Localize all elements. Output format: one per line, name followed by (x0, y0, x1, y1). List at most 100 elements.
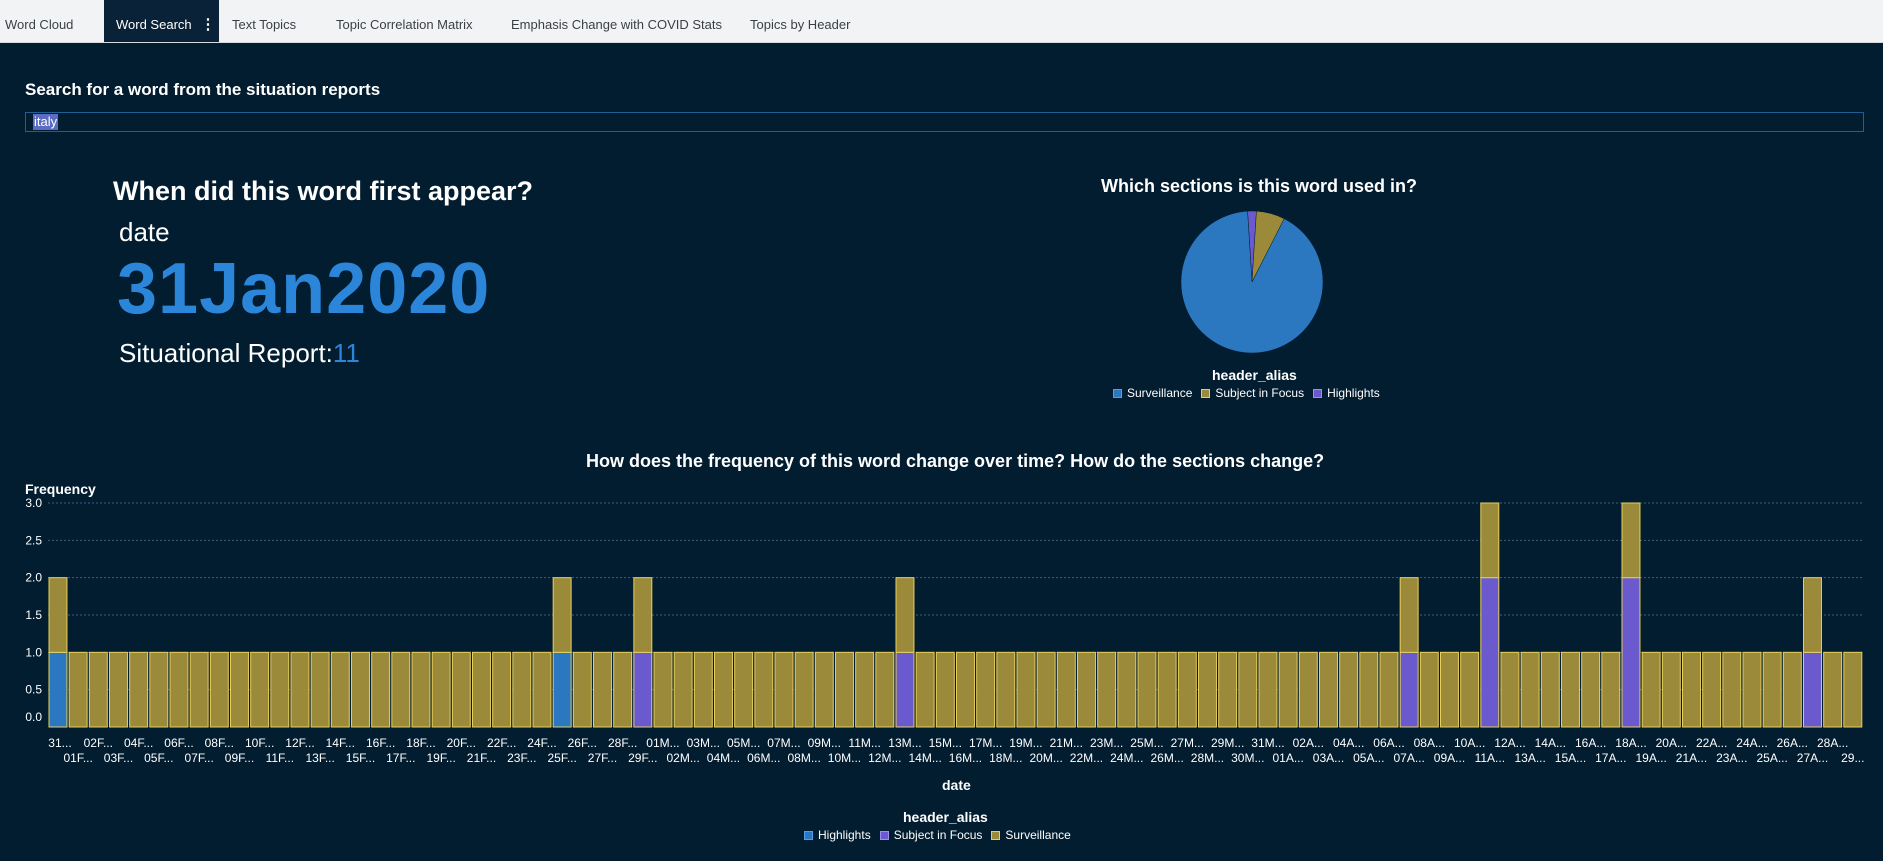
bar-surveillance[interactable] (673, 651, 693, 728)
pie-legend-item-subject-in-focus[interactable]: Subject in Focus (1201, 386, 1304, 400)
bar-surveillance[interactable] (693, 651, 713, 728)
bar-surveillance[interactable] (875, 651, 895, 728)
bar-surveillance[interactable] (633, 577, 653, 653)
bar-surveillance[interactable] (1137, 651, 1157, 728)
bar-surveillance[interactable] (1803, 577, 1822, 653)
bar-surveillance[interactable] (1218, 651, 1238, 728)
tab-text-topics[interactable]: Text Topics (232, 0, 296, 42)
bar-surveillance[interactable] (1419, 651, 1439, 728)
bar-surveillance[interactable] (492, 651, 512, 728)
bar-surveillance[interactable] (431, 651, 451, 728)
bar-surveillance[interactable] (1440, 651, 1459, 728)
bar-surveillance[interactable] (734, 651, 754, 728)
tab-word-cloud[interactable]: Word Cloud (5, 0, 73, 42)
bar-surveillance[interactable] (1581, 651, 1601, 728)
bar-surveillance[interactable] (1561, 651, 1580, 728)
bar-surveillance[interactable] (1843, 651, 1863, 728)
bar-surveillance[interactable] (593, 651, 612, 728)
bar-surveillance[interactable] (814, 651, 834, 728)
bar-surveillance[interactable] (1016, 651, 1036, 728)
bar-surveillance[interactable] (1682, 651, 1701, 728)
bar-legend-item-subject-in-focus[interactable]: Subject in Focus (879, 828, 982, 842)
bar-surveillance[interactable] (1077, 651, 1096, 728)
bar-surveillance[interactable] (532, 651, 552, 728)
bar-legend-item-highlights[interactable]: Highlights (804, 828, 871, 842)
bar-surveillance[interactable] (976, 651, 996, 728)
bar-surveillance[interactable] (68, 651, 88, 728)
bar-surveillance[interactable] (270, 651, 290, 728)
bar-surveillance[interactable] (1782, 651, 1802, 728)
frequency-bar-chart[interactable]: 0.00.51.01.52.02.53.031...01F...02F...03… (0, 490, 1883, 772)
bar-subject-in-focus[interactable] (633, 651, 653, 728)
bar-surveillance[interactable] (290, 651, 310, 728)
bar-surveillance[interactable] (1097, 651, 1117, 728)
bar-legend-item-surveillance[interactable]: Surveillance (991, 828, 1071, 842)
pie-legend-item-surveillance[interactable]: Surveillance (1113, 386, 1192, 400)
bar-surveillance[interactable] (1500, 651, 1520, 728)
bar-surveillance[interactable] (451, 651, 471, 728)
bar-surveillance[interactable] (1641, 651, 1661, 728)
bar-surveillance[interactable] (613, 651, 633, 728)
bar-surveillance[interactable] (572, 651, 592, 728)
bar-subject-in-focus[interactable] (1399, 651, 1419, 728)
bar-surveillance[interactable] (1460, 651, 1480, 728)
bar-surveillance[interactable] (1117, 651, 1137, 728)
bar-surveillance[interactable] (1742, 651, 1762, 728)
bar-surveillance[interactable] (330, 651, 350, 728)
bar-surveillance[interactable] (1036, 651, 1056, 728)
bar-surveillance[interactable] (1198, 651, 1217, 728)
bar-surveillance[interactable] (1056, 651, 1076, 728)
bar-surveillance[interactable] (1238, 651, 1258, 728)
bar-surveillance[interactable] (1319, 651, 1338, 728)
bar-surveillance[interactable] (1762, 651, 1782, 728)
bar-surveillance[interactable] (956, 651, 975, 728)
bar-surveillance[interactable] (1823, 651, 1843, 728)
bar-surveillance[interactable] (209, 651, 229, 728)
bar-surveillance[interactable] (915, 651, 935, 728)
bar-surveillance[interactable] (1278, 651, 1298, 728)
bar-surveillance[interactable] (754, 651, 774, 728)
bar-surveillance[interactable] (1702, 651, 1722, 728)
bar-surveillance[interactable] (1399, 577, 1419, 653)
bar-surveillance[interactable] (411, 651, 431, 728)
bar-surveillance[interactable] (1480, 502, 1500, 579)
bar-surveillance[interactable] (855, 651, 875, 728)
bar-surveillance[interactable] (996, 651, 1016, 728)
bar-highlights[interactable] (48, 651, 68, 728)
sections-pie-chart[interactable] (1178, 208, 1326, 356)
bar-surveillance[interactable] (1520, 651, 1540, 728)
tab-topics-by-header[interactable]: Topics by Header (750, 0, 850, 42)
bar-subject-in-focus[interactable] (1621, 577, 1641, 728)
bar-surveillance[interactable] (88, 651, 108, 728)
bar-surveillance[interactable] (1661, 651, 1681, 728)
bar-surveillance[interactable] (1359, 651, 1379, 728)
bar-surveillance[interactable] (1258, 651, 1278, 728)
bar-surveillance[interactable] (189, 651, 209, 728)
bar-subject-in-focus[interactable] (1480, 577, 1500, 728)
bar-surveillance[interactable] (1621, 502, 1641, 579)
bar-surveillance[interactable] (1722, 651, 1742, 728)
bar-surveillance[interactable] (250, 651, 270, 728)
bar-surveillance[interactable] (1540, 651, 1560, 728)
search-input-value[interactable]: italy (33, 114, 59, 130)
bar-surveillance[interactable] (1298, 651, 1318, 728)
bar-surveillance[interactable] (1177, 651, 1197, 728)
bar-surveillance[interactable] (48, 577, 68, 653)
bar-surveillance[interactable] (835, 651, 854, 728)
bar-subject-in-focus[interactable] (895, 651, 915, 728)
bar-subject-in-focus[interactable] (1803, 651, 1822, 728)
tab-emphasis-change-covid[interactable]: Emphasis Change with COVID Stats (511, 0, 722, 42)
bar-surveillance[interactable] (552, 577, 572, 653)
bar-surveillance[interactable] (935, 651, 955, 728)
bar-surveillance[interactable] (1379, 651, 1399, 728)
bar-highlights[interactable] (552, 651, 572, 728)
bar-surveillance[interactable] (1157, 651, 1177, 728)
bar-surveillance[interactable] (653, 651, 673, 728)
bar-surveillance[interactable] (149, 651, 169, 728)
search-input[interactable]: italy (25, 112, 1864, 132)
bar-surveillance[interactable] (169, 651, 189, 728)
bar-surveillance[interactable] (472, 651, 491, 728)
bar-surveillance[interactable] (310, 651, 330, 728)
tab-options-icon[interactable]: ⋮ (197, 0, 219, 42)
bar-surveillance[interactable] (109, 651, 128, 728)
